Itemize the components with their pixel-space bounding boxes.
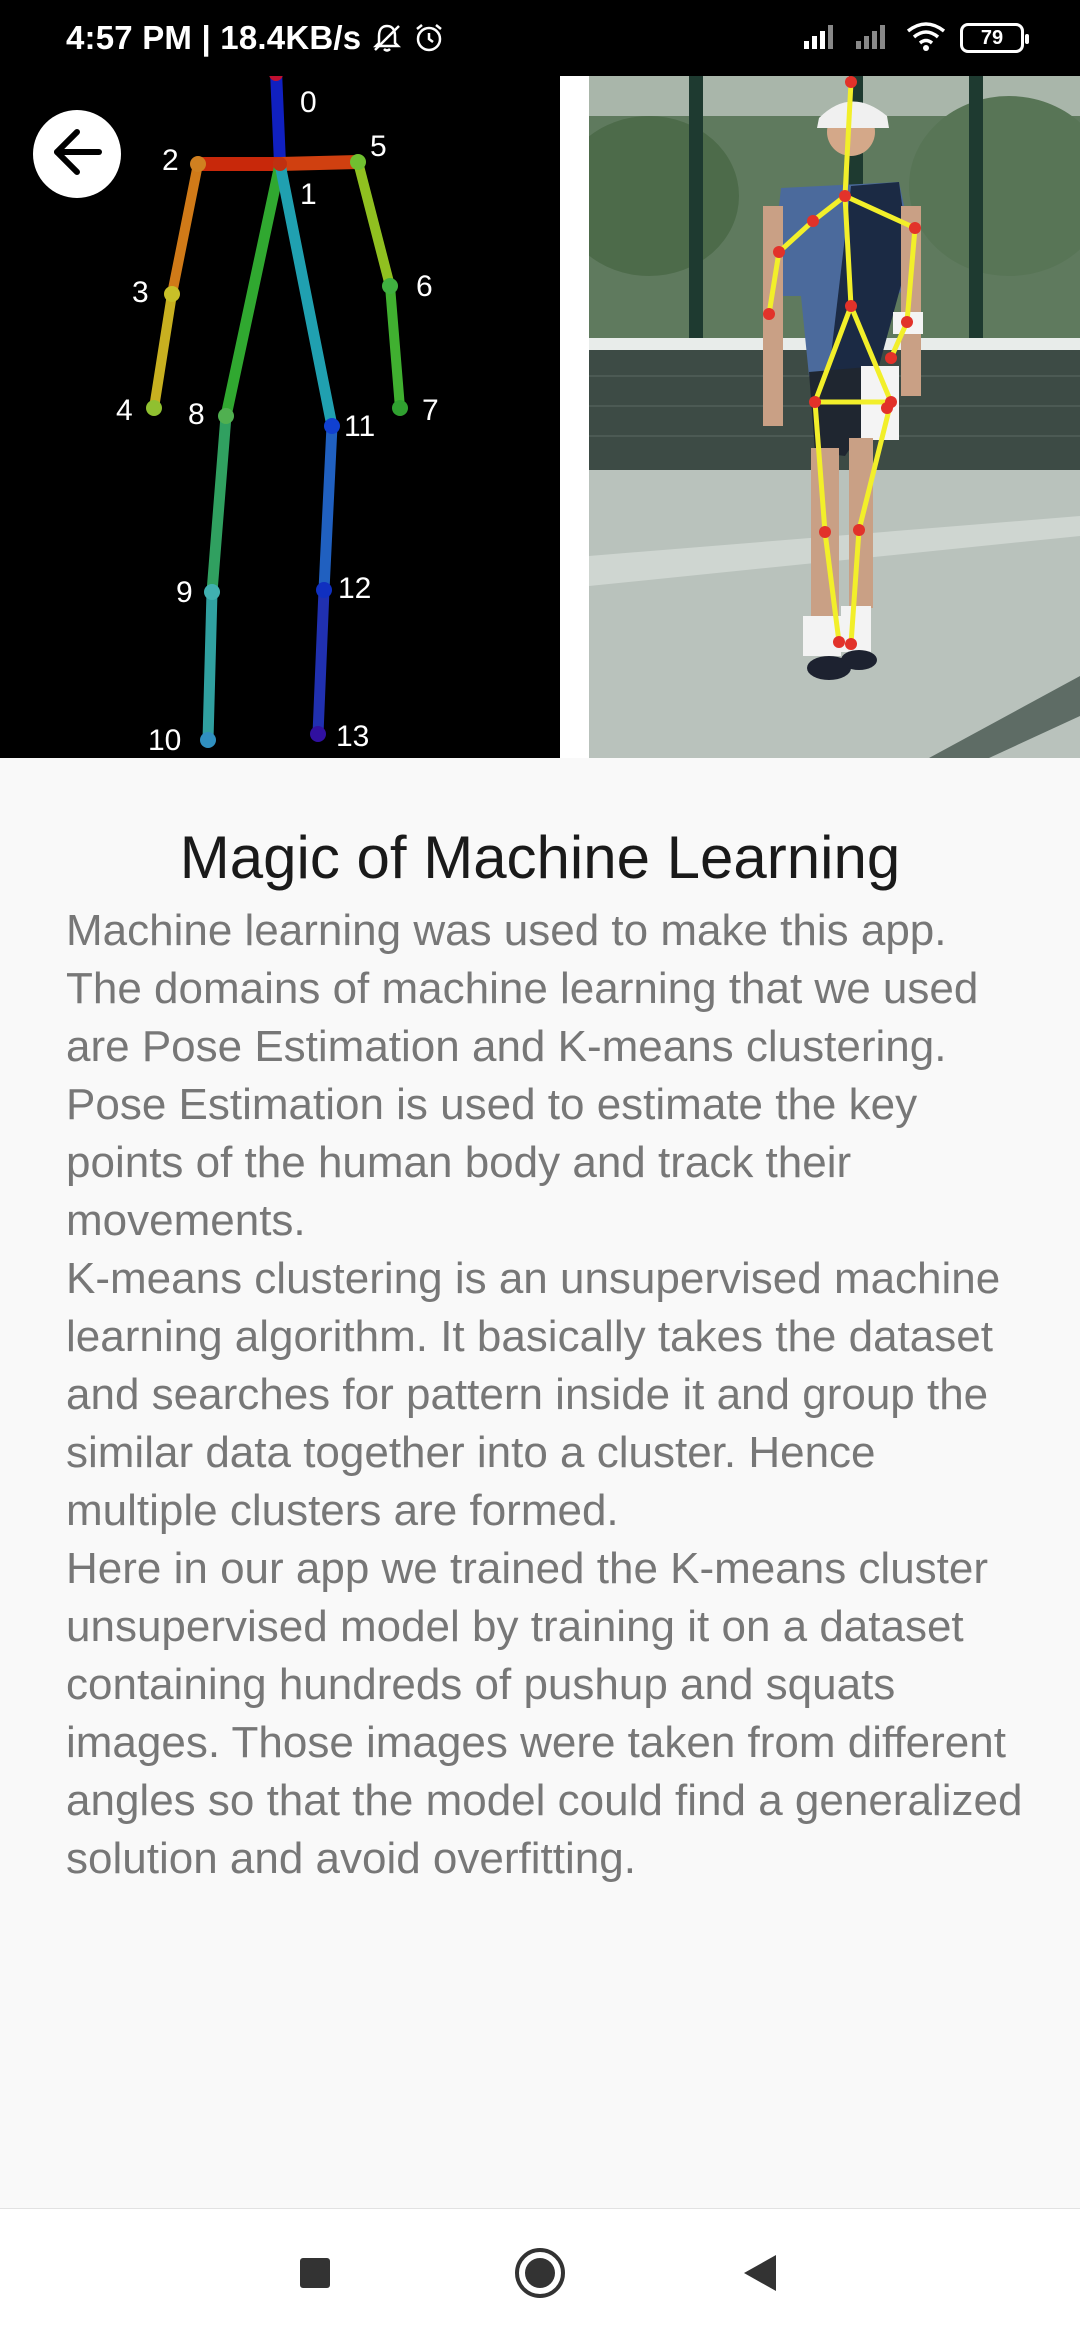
back-triangle-icon <box>742 2253 778 2298</box>
home-circle-icon <box>514 2247 566 2304</box>
keypoint-label: 0 <box>300 86 317 119</box>
battery-level: 79 <box>980 26 1004 49</box>
mute-bell-icon <box>371 22 403 54</box>
home-button[interactable] <box>480 2209 600 2341</box>
keypoint-label: 2 <box>162 144 179 177</box>
wifi-icon <box>906 21 946 56</box>
keypoint-label: 9 <box>176 576 193 609</box>
back-nav-button[interactable] <box>700 2209 820 2341</box>
status-time: 4:57 PM | 18.4KB/s <box>66 19 362 56</box>
keypoint-label: 3 <box>132 276 149 309</box>
pose-estimation-photo <box>589 76 1080 758</box>
keypoint-label: 13 <box>336 720 369 753</box>
keypoint-label: 11 <box>344 410 375 443</box>
paragraph: Machine learning was used to make this a… <box>66 906 979 1071</box>
status-bar: 4:57 PM | 18.4KB/s 79 <box>0 0 1080 76</box>
navigation-bar <box>0 2208 1080 2341</box>
signal-icon <box>802 23 840 54</box>
keypoint-label: 5 <box>370 130 387 163</box>
back-button[interactable] <box>33 110 121 198</box>
paragraph: K-means clustering is an unsupervised ma… <box>66 1254 1001 1535</box>
page-title: Magic of Machine Learning <box>179 824 901 891</box>
recents-square-icon <box>299 2257 331 2294</box>
keypoint-label: 8 <box>188 398 205 431</box>
header-images: 0 1 2 3 4 5 6 7 8 9 10 11 12 13 <box>0 76 1080 758</box>
keypoint-label: 6 <box>416 270 433 303</box>
description-text: Machine learning was used to make this a… <box>66 902 1026 1888</box>
paragraph: Pose Estimation is used to estimate the … <box>66 1080 918 1245</box>
battery-icon: 79 <box>960 23 1029 53</box>
keypoint-label: 10 <box>148 724 181 757</box>
recents-button[interactable] <box>255 2209 375 2341</box>
paragraph: Here in our app we trained the K-means c… <box>66 1544 1023 1883</box>
keypoint-label: 12 <box>338 572 371 605</box>
keypoint-label: 1 <box>300 178 317 211</box>
keypoint-label: 7 <box>422 394 439 427</box>
signal-icon <box>854 23 892 54</box>
keypoint-label: 4 <box>116 394 133 427</box>
arrow-left-icon <box>47 122 107 187</box>
alarm-icon <box>413 22 445 54</box>
